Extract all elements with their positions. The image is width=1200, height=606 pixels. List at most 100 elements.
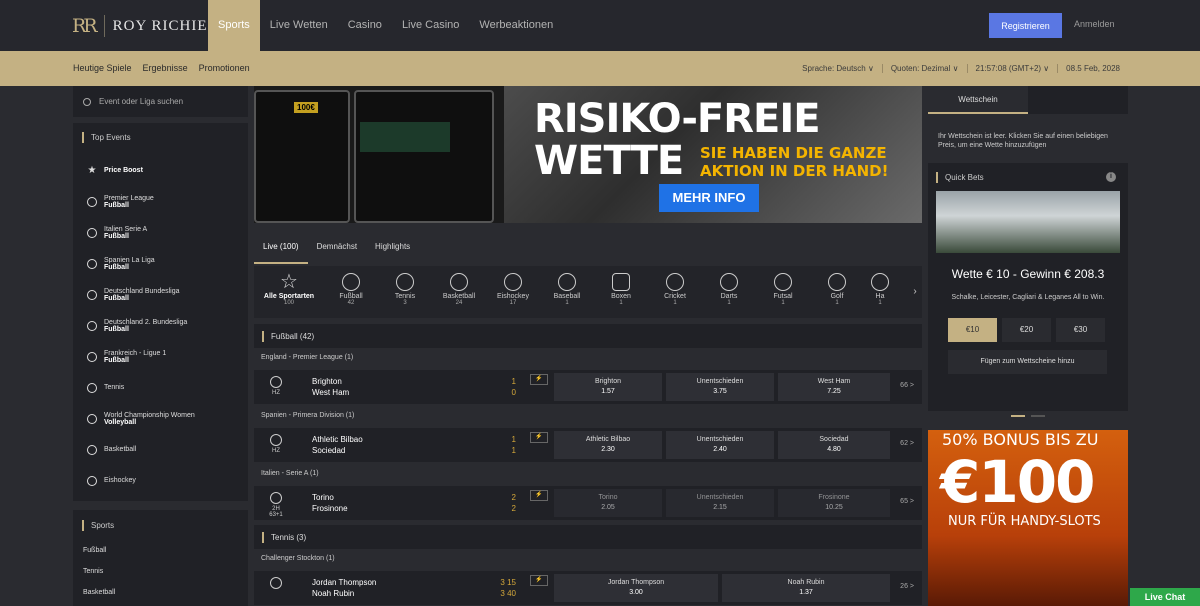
- odd-home[interactable]: Brighton 1.57: [554, 373, 662, 401]
- register-button[interactable]: Registrieren: [989, 13, 1062, 38]
- sport-filter-basketball[interactable]: Basketball 24: [432, 266, 486, 318]
- top-event-item[interactable]: o Basketball: [81, 435, 240, 464]
- login-link[interactable]: Anmelden: [1074, 19, 1115, 29]
- more-markets-link[interactable]: 65 >: [900, 498, 914, 505]
- sport-filter-eishockey[interactable]: Eishockey 17: [486, 266, 540, 318]
- top-event-item[interactable]: o Deutschland 2. BundesligaFußball: [81, 311, 240, 340]
- star-icon: ★: [87, 164, 97, 176]
- logo[interactable]: RR ROY RICHIE: [72, 13, 207, 39]
- match-teams[interactable]: Torino Frosinone: [312, 492, 348, 514]
- more-markets-link[interactable]: 66 >: [900, 382, 914, 389]
- sport-filter-fussball[interactable]: Fußball 42: [324, 266, 378, 318]
- section-header-tennis[interactable]: Tennis (3): [254, 525, 922, 549]
- more-markets-link[interactable]: 26 >: [900, 583, 914, 590]
- sport-filter-handball[interactable]: Ha 1: [864, 266, 896, 318]
- odd-home[interactable]: Jordan Thompson 3.00: [554, 574, 718, 602]
- info-icon[interactable]: i: [1106, 172, 1116, 182]
- odd-away[interactable]: Frosinone 10.25: [778, 489, 890, 517]
- stake-10-button[interactable]: €10: [948, 318, 997, 342]
- top-event-item[interactable]: o Eishockey: [81, 466, 240, 495]
- more-markets-link[interactable]: 62 >: [900, 440, 914, 447]
- sports-menu-item[interactable]: Basketball: [73, 582, 248, 603]
- sport-filter-baseball[interactable]: Baseball 1: [540, 266, 594, 318]
- match-teams[interactable]: Brighton West Ham: [312, 376, 349, 398]
- match-teams[interactable]: Jordan Thompson Noah Rubin: [312, 577, 376, 599]
- settings-bar: Sprache: Deutsch ∨ Quoten: Dezimal ∨ 21:…: [794, 64, 1128, 73]
- top-event-price-boost[interactable]: ★ Price Boost: [81, 156, 240, 185]
- banner-sub-line1: SIE HABEN DIE GANZE: [700, 144, 887, 162]
- odd-home[interactable]: Athletic Bilbao 2.30: [554, 431, 662, 459]
- live-stats-icon[interactable]: ⚡: [530, 575, 548, 586]
- top-event-item[interactable]: o Tennis: [81, 373, 240, 402]
- away-score: 0: [511, 388, 516, 397]
- odd-draw[interactable]: Unentschieden 2.40: [666, 431, 774, 459]
- top-event-item[interactable]: o Deutschland BundesligaFußball: [81, 280, 240, 309]
- tab-wettschein[interactable]: Wettschein: [928, 86, 1028, 114]
- sport-filter-darts[interactable]: Darts 1: [702, 266, 756, 318]
- sport-filter-futsal[interactable]: Futsal 1: [756, 266, 810, 318]
- sport-label: Basketball: [442, 293, 476, 300]
- carousel-dot[interactable]: [1011, 415, 1025, 417]
- tab-demnaechst[interactable]: Demnächst: [308, 240, 366, 264]
- top-event-item[interactable]: o Premier LeagueFußball: [81, 187, 240, 216]
- match-teams[interactable]: Athletic Bilbao Sociedad: [312, 434, 363, 456]
- subnav-promotionen[interactable]: Promotionen: [199, 63, 250, 73]
- odd-label: Brighton: [594, 378, 622, 385]
- nav-werbeaktionen[interactable]: Werbeaktionen: [469, 0, 563, 51]
- tab-live[interactable]: Live (100): [254, 240, 308, 264]
- top-event-name: Tennis: [104, 384, 125, 391]
- odd-away[interactable]: Sociedad 4.80: [778, 431, 890, 459]
- live-stats-icon[interactable]: ⚡: [530, 490, 548, 501]
- stake-20-button[interactable]: €20: [1002, 318, 1051, 342]
- nav-casino[interactable]: Casino: [338, 0, 392, 51]
- add-to-betslip-button[interactable]: Fügen zum Wettscheine hinzu: [948, 350, 1107, 374]
- stake-30-button[interactable]: €30: [1056, 318, 1105, 342]
- sports-menu-item[interactable]: Tennis: [73, 561, 248, 582]
- odd-home[interactable]: Torino 2.05: [554, 489, 662, 517]
- league-header: England - Premier League (1): [254, 349, 922, 367]
- sport-filter-boxen[interactable]: Boxen 1: [594, 266, 648, 318]
- sport-filter-cricket[interactable]: Cricket 1: [648, 266, 702, 318]
- subnav-heutige-spiele[interactable]: Heutige Spiele: [73, 63, 132, 73]
- darts-icon: [720, 273, 738, 291]
- top-event-item[interactable]: o Frankreich - Ligue 1Fußball: [81, 342, 240, 371]
- away-team: West Ham: [312, 388, 350, 397]
- odd-label: Unentschieden: [696, 378, 744, 385]
- chevron-right-icon[interactable]: ›: [908, 266, 922, 318]
- live-chat-button[interactable]: Live Chat: [1130, 588, 1200, 606]
- casino-promo-banner[interactable]: 50% BONUS BIS ZU €100 NUR FÜR HANDY-SLOT…: [928, 430, 1128, 606]
- league-header: Spanien - Primera Division (1): [254, 407, 922, 425]
- odd-away[interactable]: Noah Rubin 1.37: [722, 574, 890, 602]
- odds-format-select[interactable]: Quoten: Dezimal ∨: [881, 64, 967, 73]
- timezone-select[interactable]: 21:57:08 (GMT+2) ∨: [966, 64, 1058, 73]
- odd-draw[interactable]: Unentschieden 3.75: [666, 373, 774, 401]
- sport-label: Tennis: [394, 293, 416, 300]
- live-stats-icon[interactable]: ⚡: [530, 432, 548, 443]
- hockey-icon: o: [87, 475, 97, 486]
- sport-count: 24: [455, 300, 463, 306]
- odd-value: 2.30: [601, 446, 615, 453]
- sport-filter-golf[interactable]: Golf 1: [810, 266, 864, 318]
- odd-draw[interactable]: Unentschieden 2.15: [666, 489, 774, 517]
- betslip-empty-message: Ihr Wettschein ist leer. Klicken Sie auf…: [928, 114, 1128, 163]
- top-event-item[interactable]: o World Championship WomenVolleyball: [81, 404, 240, 433]
- sport-filter-all[interactable]: ☆ Alle Sportarten 100: [254, 266, 324, 318]
- live-stats-icon[interactable]: ⚡: [530, 374, 548, 385]
- nav-live-wetten[interactable]: Live Wetten: [260, 0, 338, 51]
- top-event-item[interactable]: o Spanien La LigaFußball: [81, 249, 240, 278]
- nav-sports[interactable]: Sports: [208, 0, 260, 51]
- language-select[interactable]: Sprache: Deutsch ∨: [794, 64, 882, 73]
- section-header-football[interactable]: Fußball (42): [254, 324, 922, 348]
- nav-live-casino[interactable]: Live Casino: [392, 0, 469, 51]
- carousel-dot[interactable]: [1031, 415, 1045, 417]
- sports-menu-item[interactable]: Fußball: [73, 540, 248, 561]
- top-event-item[interactable]: o Italien Serie AFußball: [81, 218, 240, 247]
- sport-filter-tennis[interactable]: Tennis 3: [378, 266, 432, 318]
- tab-highlights[interactable]: Highlights: [366, 240, 419, 264]
- promo-banner[interactable]: 100€ RISIKO-FREIE WETTE SIE HABEN DIE GAN…: [254, 86, 922, 223]
- odd-away[interactable]: West Ham 7.25: [778, 373, 890, 401]
- banner-title-line2: WETTE: [534, 138, 684, 184]
- search-box[interactable]: Event oder Liga suchen: [73, 86, 248, 117]
- banner-more-info-button[interactable]: MEHR INFO: [659, 184, 759, 212]
- subnav-ergebnisse[interactable]: Ergebnisse: [143, 63, 188, 73]
